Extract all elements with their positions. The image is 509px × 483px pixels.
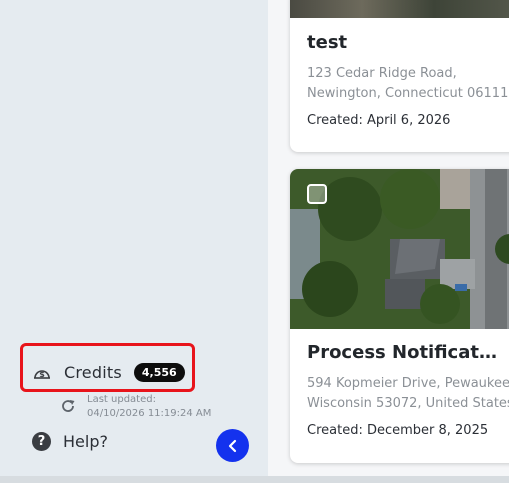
- project-card[interactable]: Process Notificat… 594 Kopmeier Drive, P…: [290, 169, 509, 463]
- chevron-left-icon: [228, 439, 236, 452]
- address-line-1: 594 Kopmeier Drive, Pewaukee,: [307, 376, 509, 391]
- project-title: test: [307, 32, 348, 53]
- help-icon: ?: [32, 431, 51, 451]
- credits-icon: $: [34, 370, 50, 379]
- address-line-2: Wisconsin 53072, United States: [307, 396, 509, 411]
- help-item[interactable]: ? Help?: [32, 430, 108, 452]
- select-checkbox[interactable]: [307, 184, 327, 204]
- project-address: 123 Cedar Ridge Road, Newington, Connect…: [307, 64, 509, 104]
- project-card[interactable]: test 123 Cedar Ridge Road, Newington, Co…: [290, 0, 509, 152]
- credits-item[interactable]: $ Credits 4,556: [32, 360, 185, 384]
- refresh-icon[interactable]: [60, 398, 76, 414]
- last-updated-text: Last updated: 04/10/2026 11:19:24 AM: [87, 393, 211, 421]
- credits-label: Credits: [64, 362, 122, 382]
- project-created-date: Created: April 6, 2026: [307, 113, 451, 128]
- last-updated-label: Last updated:: [87, 394, 156, 405]
- sidebar: $ Credits 4,556 Last updated: 04/10/2026…: [0, 0, 268, 476]
- last-updated-value: 04/10/2026 11:19:24 AM: [87, 408, 212, 419]
- project-created-date: Created: December 8, 2025: [307, 423, 489, 438]
- project-title: Process Notificat…: [307, 342, 497, 363]
- address-line-1: 123 Cedar Ridge Road,: [307, 66, 457, 81]
- collapse-sidebar-button[interactable]: [216, 429, 249, 462]
- project-thumbnail: [290, 0, 509, 18]
- address-line-2: Newington, Connecticut 06111,...: [307, 86, 509, 101]
- help-label: Help?: [63, 431, 108, 451]
- svg-text:$: $: [39, 370, 45, 379]
- bottom-bar: [0, 476, 509, 483]
- project-address: 594 Kopmeier Drive, Pewaukee, Wisconsin …: [307, 374, 509, 414]
- credits-count-badge: 4,556: [133, 362, 185, 382]
